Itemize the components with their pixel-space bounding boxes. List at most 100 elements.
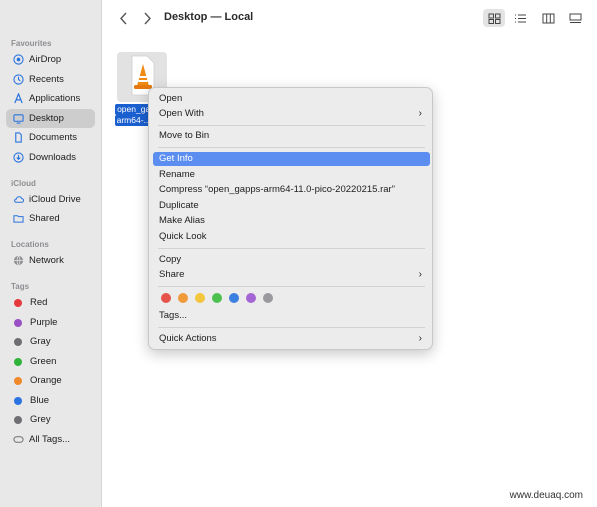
sidebar-item-label: Documents bbox=[29, 132, 78, 143]
sidebar-item-label: Network bbox=[29, 255, 64, 266]
menu-item-duplicate[interactable]: Duplicate bbox=[153, 199, 430, 213]
tag-color-yellow[interactable] bbox=[195, 293, 205, 303]
sidebar-item-airdrop[interactable]: AirDrop bbox=[6, 50, 95, 69]
menu-item-make-alias[interactable]: Make Alias bbox=[153, 214, 430, 228]
sidebar-item-label: Downloads bbox=[29, 152, 76, 163]
menu-item-quick-actions[interactable]: Quick Actions › bbox=[153, 332, 430, 346]
sidebar-item-applications[interactable]: Applications bbox=[6, 89, 95, 108]
sidebar-item-tag-grey[interactable]: Grey bbox=[6, 410, 95, 429]
window-title: Desktop — Local bbox=[164, 11, 254, 23]
chevron-left-icon bbox=[119, 12, 127, 24]
clock-icon bbox=[13, 74, 24, 85]
tag-color-red[interactable] bbox=[161, 293, 171, 303]
sidebar-item-icloud-drive[interactable]: iCloud Drive bbox=[6, 190, 95, 209]
shared-folder-icon bbox=[13, 213, 24, 224]
tag-color-blue[interactable] bbox=[229, 293, 239, 303]
column-view-button[interactable] bbox=[537, 9, 559, 27]
tag-color-green[interactable] bbox=[212, 293, 222, 303]
menu-separator bbox=[158, 125, 425, 126]
sidebar-item-documents[interactable]: Documents bbox=[6, 128, 95, 147]
list-icon bbox=[514, 13, 526, 23]
tag-outline-icon bbox=[13, 434, 24, 445]
tag-color-gray[interactable] bbox=[263, 293, 273, 303]
sidebar-item-tag-orange[interactable]: Orange bbox=[6, 371, 95, 390]
sidebar-item-label: Orange bbox=[30, 375, 62, 386]
menu-separator bbox=[158, 286, 425, 287]
sidebar-item-label: Shared bbox=[29, 213, 60, 224]
sidebar-item-desktop[interactable]: Desktop bbox=[6, 109, 95, 128]
sidebar-item-tag-blue[interactable]: Blue bbox=[6, 391, 95, 410]
menu-item-rename[interactable]: Rename bbox=[153, 168, 430, 182]
menu-item-label: Quick Actions bbox=[159, 333, 217, 344]
sidebar-item-tag-green[interactable]: Green bbox=[6, 352, 95, 371]
tags-heading: Tags bbox=[11, 282, 30, 291]
gray-tag-dot-icon bbox=[14, 337, 22, 346]
menu-item-get-info[interactable]: Get Info bbox=[153, 152, 430, 166]
orange-tag-dot-icon bbox=[14, 376, 22, 385]
forward-button[interactable] bbox=[139, 9, 155, 27]
chevron-right-icon: › bbox=[418, 269, 422, 280]
sidebar-item-label: Red bbox=[30, 297, 48, 308]
menu-item-open-with[interactable]: Open With › bbox=[153, 107, 430, 121]
sidebar-item-label: Desktop bbox=[29, 113, 64, 124]
sidebar-item-label: Grey bbox=[30, 414, 51, 425]
sidebar-item-all-tags[interactable]: All Tags... bbox=[6, 430, 95, 449]
desktop-icon bbox=[13, 113, 24, 124]
menu-item-tags[interactable]: Tags... bbox=[153, 309, 430, 323]
menu-item-share[interactable]: Share › bbox=[153, 268, 430, 282]
menu-item-move-to-bin[interactable]: Move to Bin bbox=[153, 129, 430, 143]
sidebar-item-tag-red[interactable]: Red bbox=[6, 293, 95, 312]
watermark: www.deuaq.com bbox=[509, 490, 583, 501]
menu-item-label: Open With bbox=[159, 108, 204, 119]
purple-tag-dot-icon bbox=[14, 318, 22, 327]
sidebar-item-tag-purple[interactable]: Purple bbox=[6, 313, 95, 332]
document-icon bbox=[13, 132, 24, 143]
tag-color-purple[interactable] bbox=[246, 293, 256, 303]
chevron-right-icon: › bbox=[418, 108, 422, 119]
sidebar-item-network[interactable]: Network bbox=[6, 251, 95, 270]
tag-color-orange[interactable] bbox=[178, 293, 188, 303]
chevron-right-icon bbox=[143, 12, 151, 24]
toolbar: Desktop — Local bbox=[102, 0, 597, 36]
sidebar-item-label: Gray bbox=[30, 336, 51, 347]
menu-separator bbox=[158, 147, 425, 148]
context-menu: Open Open With › Move to Bin Get Info Re… bbox=[148, 87, 433, 350]
sidebar-item-label: All Tags... bbox=[29, 434, 71, 445]
sidebar: Favourites AirDrop Recents Applications … bbox=[0, 0, 102, 507]
sidebar-item-label: Purple bbox=[30, 317, 58, 328]
locations-heading: Locations bbox=[11, 240, 49, 249]
columns-icon bbox=[542, 13, 554, 23]
menu-separator bbox=[158, 327, 425, 328]
menu-item-quick-look[interactable]: Quick Look bbox=[153, 230, 430, 244]
globe-icon bbox=[13, 255, 24, 266]
sidebar-item-shared[interactable]: Shared bbox=[6, 209, 95, 228]
favourites-heading: Favourites bbox=[11, 39, 52, 48]
menu-separator bbox=[158, 248, 425, 249]
sidebar-item-label: Applications bbox=[29, 93, 81, 104]
menu-item-label: Share bbox=[159, 269, 185, 280]
airdrop-icon bbox=[13, 54, 24, 65]
green-tag-dot-icon bbox=[14, 357, 22, 366]
sidebar-item-label: Blue bbox=[30, 395, 50, 406]
grey-tag-dot-icon bbox=[14, 415, 22, 424]
menu-item-copy[interactable]: Copy bbox=[153, 253, 430, 267]
cloud-icon bbox=[13, 194, 24, 205]
list-view-button[interactable] bbox=[509, 9, 531, 27]
grid-icon bbox=[488, 13, 500, 24]
sidebar-item-recents[interactable]: Recents bbox=[6, 70, 95, 89]
sidebar-item-tag-gray[interactable]: Gray bbox=[6, 332, 95, 351]
menu-item-open[interactable]: Open bbox=[153, 92, 430, 106]
sidebar-item-label: Recents bbox=[29, 74, 64, 85]
chevron-right-icon: › bbox=[418, 333, 422, 344]
gallery-view-button[interactable] bbox=[564, 9, 586, 27]
sidebar-item-downloads[interactable]: Downloads bbox=[6, 148, 95, 167]
back-button[interactable] bbox=[115, 9, 131, 27]
sidebar-item-label: AirDrop bbox=[29, 54, 62, 65]
red-tag-dot-icon bbox=[14, 298, 22, 307]
icon-view-button[interactable] bbox=[483, 9, 505, 27]
blue-tag-dot-icon bbox=[14, 396, 22, 405]
download-icon bbox=[13, 152, 24, 163]
sidebar-item-label: iCloud Drive bbox=[29, 194, 81, 205]
menu-item-compress[interactable]: Compress “open_gapps-arm64-11.0-pico-202… bbox=[153, 183, 430, 197]
applications-icon bbox=[13, 93, 24, 104]
